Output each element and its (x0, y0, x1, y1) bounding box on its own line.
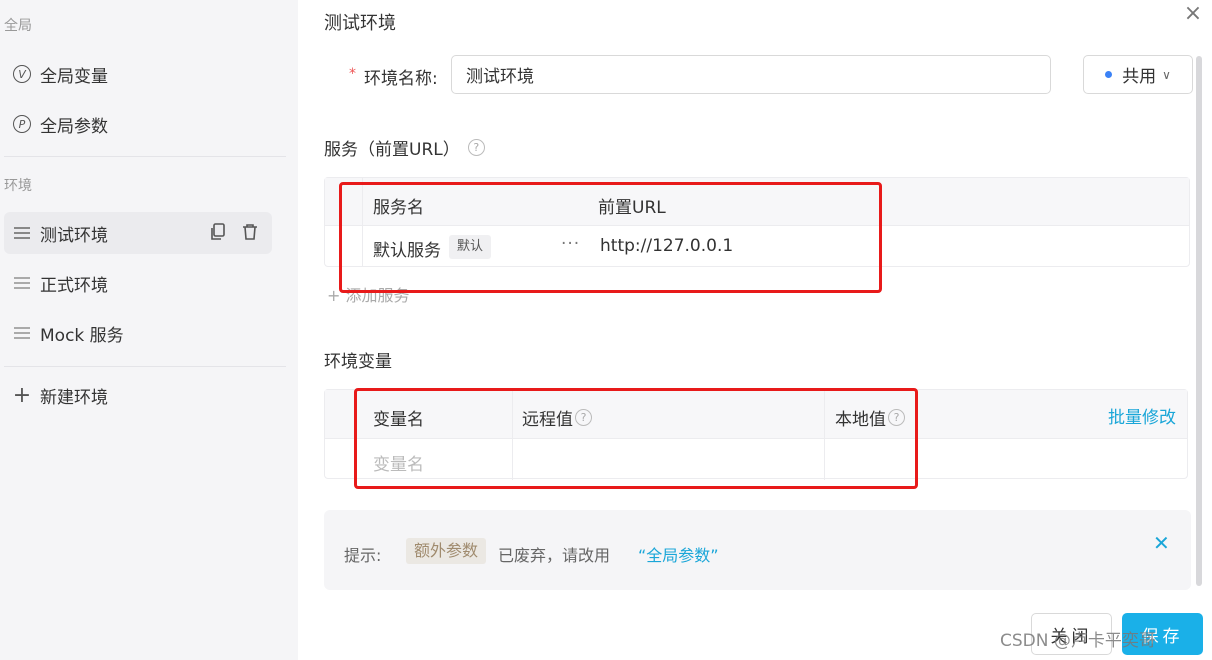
divider (4, 366, 286, 367)
new-env-label: 新建环境 (40, 387, 108, 408)
watermark: CSDN @卢卡平奕哥 (1000, 631, 1156, 651)
annotation-box-services (339, 182, 882, 293)
plus-icon: + (12, 382, 32, 408)
sidebar-item-label: 全局参数 (40, 116, 108, 137)
copy-icon[interactable] (210, 223, 226, 246)
sidebar-item-global-vars[interactable]: V 全局变量 (4, 53, 272, 95)
tip-text: 已废弃，请改用 (498, 546, 611, 565)
delete-icon[interactable] (242, 223, 258, 246)
vars-section-title: 环境变量 (324, 352, 392, 372)
scrollbar[interactable] (1196, 56, 1202, 586)
batch-edit-link[interactable]: 批量修改 (1108, 403, 1176, 428)
sidebar-item-label: Mock 服务 (40, 325, 124, 346)
dialog-title: 测试环境 (324, 13, 396, 34)
required-star-icon: * (349, 66, 356, 82)
close-icon[interactable]: ✕ (1153, 531, 1170, 555)
share-label: 共用 (1122, 67, 1157, 87)
parameter-icon: P (12, 114, 32, 134)
sidebar-item-label: 全局变量 (40, 66, 108, 87)
divider (4, 156, 286, 157)
drag-handle-icon[interactable] (12, 323, 32, 343)
services-title-text: 服务（前置URL） (324, 140, 460, 160)
close-icon[interactable]: × (1182, 3, 1204, 25)
status-dot-icon (1105, 71, 1113, 78)
help-icon[interactable]: ? (467, 139, 485, 156)
sidebar-item-label: 测试环境 (40, 225, 108, 246)
env-name-label: 环境名称: (364, 69, 438, 89)
services-section-title: 服务（前置URL） ? (324, 135, 485, 160)
tip-tag: 额外参数 (406, 538, 487, 564)
share-dropdown[interactable]: 共用 ∨ (1083, 55, 1193, 94)
sidebar-item-env-prod[interactable]: 正式环境 (4, 262, 272, 304)
annotation-box-vars (354, 388, 918, 489)
sidebar: 全局 V 全局变量 P 全局参数 环境 测试环境 正式环境 Mock 服务 + … (0, 0, 298, 660)
env-name-input[interactable] (451, 55, 1051, 94)
drag-handle-icon[interactable] (12, 273, 32, 293)
variable-icon: V (12, 64, 32, 84)
sidebar-item-global-params[interactable]: P 全局参数 (4, 103, 272, 145)
section-env-label: 环境 (4, 178, 32, 194)
sidebar-item-env-mock[interactable]: Mock 服务 (4, 312, 272, 354)
tip-link[interactable]: “全局参数” (638, 542, 719, 566)
new-env-button[interactable]: + 新建环境 (4, 374, 272, 416)
sidebar-item-label: 正式环境 (40, 275, 108, 296)
chevron-down-icon: ∨ (1162, 67, 1171, 82)
section-global-label: 全局 (4, 18, 32, 34)
drag-handle-icon[interactable] (12, 223, 32, 243)
sidebar-item-env-test[interactable]: 测试环境 (4, 212, 272, 254)
tip-label: 提示: (344, 546, 382, 565)
